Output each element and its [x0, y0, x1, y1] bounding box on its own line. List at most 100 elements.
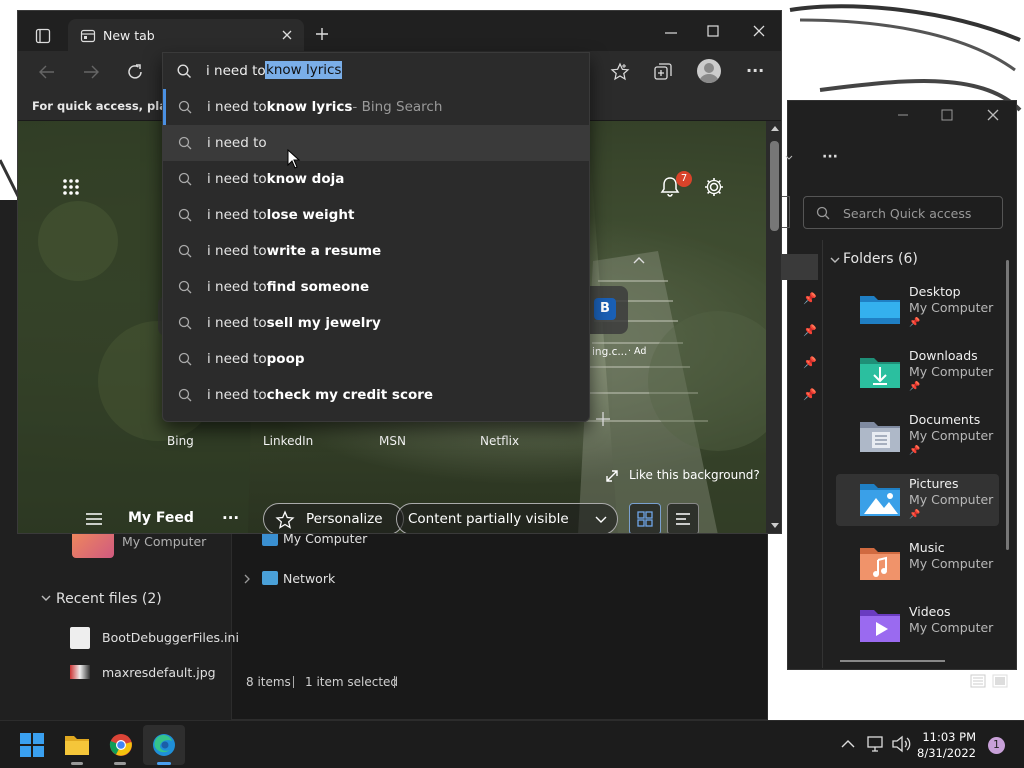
nav-network[interactable]: Network: [283, 571, 335, 586]
chevron-right-icon[interactable]: [242, 573, 252, 585]
ad-tag: · Ad: [628, 346, 647, 357]
chevron-down-icon[interactable]: [40, 592, 52, 604]
new-tab-page-icon: [80, 28, 96, 44]
search-quick-access[interactable]: Search Quick access: [803, 196, 1003, 229]
apps-grid-icon[interactable]: [62, 178, 80, 196]
suggestion-item[interactable]: i need to poop: [163, 341, 589, 377]
chevron-up-icon[interactable]: [841, 739, 855, 749]
vertical-scrollbar[interactable]: [1006, 260, 1009, 550]
maximize-icon[interactable]: [707, 25, 719, 37]
suggestion-bold: check my credit score: [266, 387, 434, 403]
recent-files-header[interactable]: Recent files (2): [56, 591, 162, 607]
folder-name[interactable]: Pictures: [909, 476, 959, 491]
collections-icon[interactable]: [653, 62, 673, 82]
notification-center-badge[interactable]: 1: [988, 737, 1005, 754]
suggestion-item[interactable]: i need to sell my jewelry: [163, 305, 589, 341]
recent-file-item[interactable]: BootDebuggerFiles.ini: [102, 630, 239, 645]
clock-time[interactable]: 11:03 PM: [920, 730, 976, 744]
taskbar: 11:03 PM 8/31/2022 1: [0, 720, 1024, 768]
suggestion-item[interactable]: i need to find someone: [163, 269, 589, 305]
content-visibility-dropdown[interactable]: Content partially visible: [396, 503, 618, 533]
tiles-view-icon[interactable]: [992, 674, 1008, 688]
file-explorer-taskbar-icon[interactable]: [64, 733, 90, 757]
quick-link-label[interactable]: Netflix: [480, 434, 519, 448]
quick-link-label[interactable]: LinkedIn: [263, 434, 313, 448]
documents-folder-icon: [858, 418, 902, 454]
grid-layout-button[interactable]: [629, 503, 661, 533]
search-icon: [163, 244, 207, 258]
scroll-up-arrow-icon[interactable]: [771, 125, 779, 131]
recent-file-item[interactable]: maxresdefault.jpg: [102, 665, 216, 680]
close-icon[interactable]: [753, 25, 765, 37]
minimize-icon[interactable]: [664, 31, 678, 35]
add-shortcut-plus-icon[interactable]: [595, 411, 611, 427]
jpg-file-icon: [70, 665, 90, 679]
chrome-taskbar-icon[interactable]: [109, 733, 133, 757]
page-settings-gear-icon[interactable]: [703, 176, 725, 198]
my-feed-title[interactable]: My Feed: [128, 510, 194, 526]
details-view-icon[interactable]: [970, 674, 986, 688]
status-item-count: 8 items: [246, 675, 291, 689]
hamburger-menu-icon[interactable]: [85, 512, 103, 526]
personalize-button[interactable]: Personalize: [263, 503, 404, 533]
folder-location: My Computer: [909, 620, 994, 635]
close-tab-icon[interactable]: [282, 30, 292, 40]
suggestion-item[interactable]: i need to check my credit score: [163, 377, 589, 413]
settings-more-icon[interactable]: ···: [746, 61, 764, 80]
feed-more-button[interactable]: ···: [222, 509, 239, 527]
close-icon[interactable]: [986, 108, 1000, 122]
new-tab-plus-icon[interactable]: [315, 27, 329, 41]
chevron-down-icon[interactable]: [784, 153, 794, 163]
scroll-down-arrow-icon[interactable]: [771, 523, 779, 529]
recent-item-location: My Computer: [122, 534, 207, 549]
suggestion-item[interactable]: i need to know lyrics - Bing Search: [163, 89, 589, 125]
windows-start-icon[interactable]: [20, 733, 44, 757]
network-icon: [262, 571, 278, 585]
network-status-icon[interactable]: [866, 735, 884, 753]
expand-arrows-icon[interactable]: [604, 468, 620, 484]
nav-selected-item[interactable]: [782, 254, 818, 280]
edge-taskbar-button[interactable]: [143, 725, 185, 765]
volume-icon[interactable]: [891, 735, 911, 753]
tab-new-tab[interactable]: New tab: [68, 19, 304, 51]
suggestion-item[interactable]: i need to write a resume: [163, 233, 589, 269]
videos-folder-icon: [858, 608, 902, 644]
clock-date[interactable]: 8/31/2022: [914, 746, 976, 760]
folder-name[interactable]: Music: [909, 540, 945, 555]
downloads-folder-icon: [858, 354, 902, 390]
like-background-link[interactable]: Like this background?: [629, 468, 760, 482]
forward-arrow-icon[interactable]: [82, 63, 100, 81]
maximize-icon[interactable]: [940, 108, 954, 122]
suggestion-bold: find someone: [266, 279, 370, 295]
favorites-star-icon[interactable]: [610, 62, 630, 82]
suggestion-bold: lose weight: [266, 207, 355, 223]
folders-header[interactable]: Folders (6): [843, 251, 918, 267]
suggestion-item[interactable]: i need to lose weight: [163, 197, 589, 233]
scroll-thumb[interactable]: [770, 141, 779, 231]
folder-name[interactable]: Videos: [909, 604, 951, 619]
suggestion-prefix: i need to: [207, 171, 267, 187]
suggestion-item[interactable]: i need to know doja: [163, 161, 589, 197]
tab-actions-icon[interactable]: [35, 28, 51, 44]
folder-name[interactable]: Documents: [909, 412, 980, 427]
horizontal-scrollbar[interactable]: [840, 660, 945, 662]
refresh-icon[interactable]: [125, 62, 145, 82]
folder-name[interactable]: Downloads: [909, 348, 978, 363]
folder-location: My Computer: [909, 492, 994, 507]
folder-name[interactable]: Desktop: [909, 284, 961, 299]
address-input[interactable]: i need to know lyrics: [163, 53, 589, 89]
computer-icon: [262, 532, 278, 546]
page-scrollbar[interactable]: [766, 121, 781, 533]
suggestion-item[interactable]: i need to: [163, 125, 589, 161]
quick-link-tile-ad[interactable]: B: [588, 286, 628, 334]
mouse-cursor-icon: [287, 149, 301, 169]
chevron-down-icon[interactable]: [829, 254, 841, 266]
back-arrow-icon[interactable]: [38, 63, 56, 81]
quick-link-label[interactable]: Bing: [167, 434, 194, 448]
profile-avatar[interactable]: [697, 59, 721, 83]
minimize-icon[interactable]: [896, 108, 910, 122]
quick-link-label[interactable]: MSN: [379, 434, 406, 448]
list-layout-button[interactable]: [667, 503, 699, 533]
chevron-up-icon[interactable]: [632, 255, 646, 265]
more-options-button[interactable]: ···: [822, 149, 838, 165]
